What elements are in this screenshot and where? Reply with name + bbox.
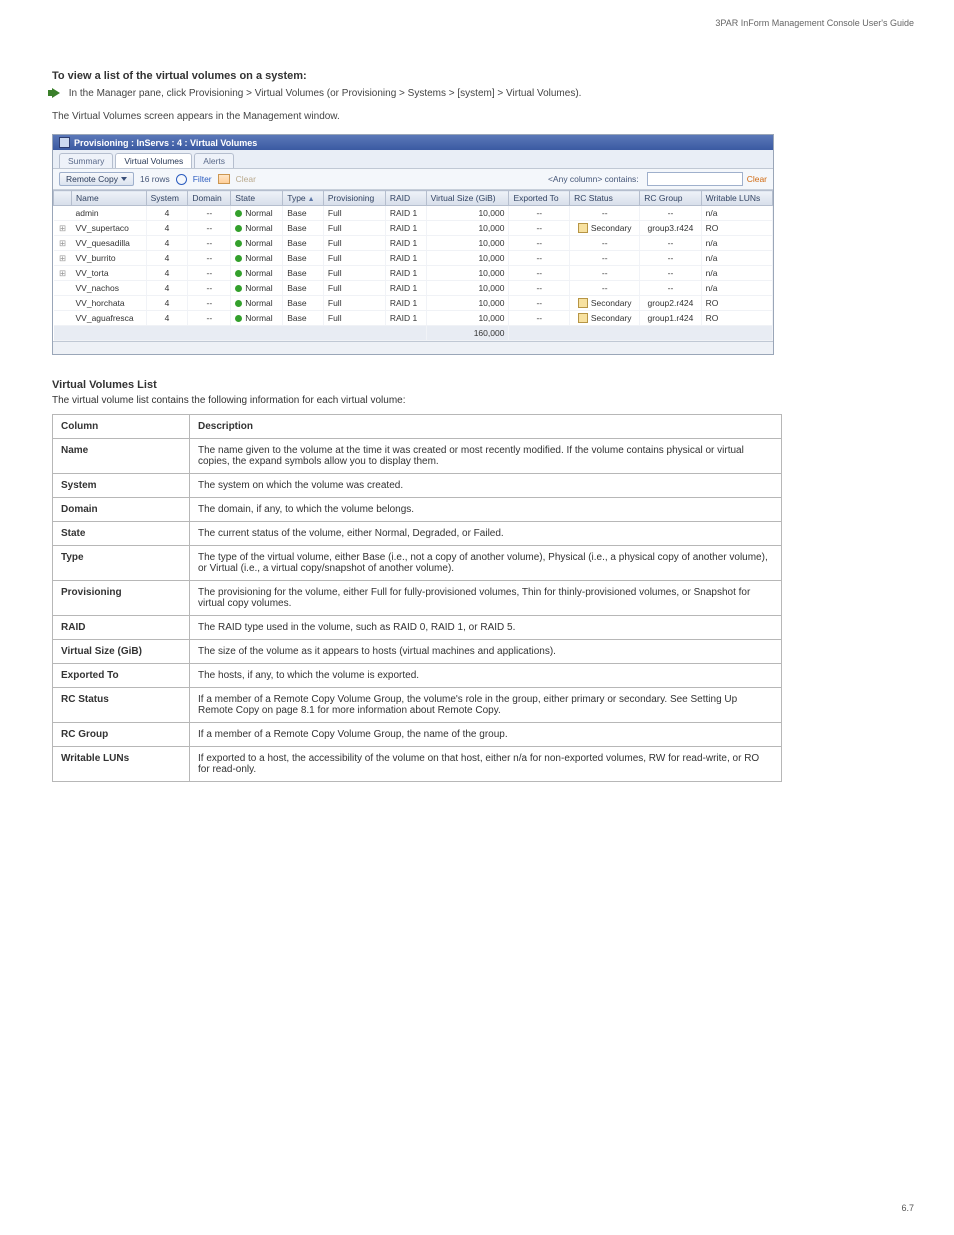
volumes-table: Name System Domain State Type Provisioni… xyxy=(53,190,773,341)
info-row: StateThe current status of the volume, e… xyxy=(53,522,782,546)
state-dot-icon xyxy=(235,255,242,262)
info-row: TypeThe type of the virtual volume, eith… xyxy=(53,546,782,581)
step-bullet: In the Manager pane, click Provisioning … xyxy=(52,88,914,99)
clear-search-link[interactable]: Clear xyxy=(747,174,767,184)
table-row[interactable]: admin4--NormalBaseFullRAID 110,000------… xyxy=(54,206,773,221)
col-writable[interactable]: Writable LUNs xyxy=(701,191,772,206)
col-expand[interactable] xyxy=(54,191,72,206)
rc-status-icon xyxy=(578,298,588,308)
step-result: The Virtual Volumes screen appears in th… xyxy=(52,111,914,122)
info-row: NameThe name given to the volume at the … xyxy=(53,439,782,474)
state-dot-icon xyxy=(235,300,242,307)
footer-bar xyxy=(53,341,773,354)
table-row[interactable]: ⊞VV_burrito4--NormalBaseFullRAID 110,000… xyxy=(54,251,773,266)
info-row: Exported ToThe hosts, if any, to which t… xyxy=(53,664,782,688)
info-row: RAIDThe RAID type used in the volume, su… xyxy=(53,616,782,640)
table-row[interactable]: ⊞VV_torta4--NormalBaseFullRAID 110,000--… xyxy=(54,266,773,281)
table-row[interactable]: VV_nachos4--NormalBaseFullRAID 110,000--… xyxy=(54,281,773,296)
state-dot-icon xyxy=(235,225,242,232)
table-row[interactable]: ⊞VV_supertaco4--NormalBaseFullRAID 110,0… xyxy=(54,221,773,236)
tab-virtual-volumes[interactable]: Virtual Volumes xyxy=(115,153,192,168)
rc-status-icon xyxy=(578,223,588,233)
app-window: Provisioning : InServs : 4 : Virtual Vol… xyxy=(52,134,774,355)
tab-summary[interactable]: Summary xyxy=(59,153,113,168)
clear-label: Clear xyxy=(236,174,256,184)
filter-icon xyxy=(176,174,187,185)
col-system[interactable]: System xyxy=(146,191,188,206)
page-number: 6.7 xyxy=(901,1203,914,1213)
totals-row: 160,000 xyxy=(54,326,773,341)
col-type[interactable]: Type xyxy=(283,191,324,206)
tabs-row: Summary Virtual Volumes Alerts xyxy=(53,150,773,169)
window-icon xyxy=(59,137,70,148)
tab-alerts[interactable]: Alerts xyxy=(194,153,234,168)
filter-link[interactable]: Filter xyxy=(193,174,212,184)
search-lead: <Any column> contains: xyxy=(548,174,639,184)
table-row[interactable]: VV_aguafresca4--NormalBaseFullRAID 110,0… xyxy=(54,311,773,326)
info-heading: Virtual Volumes List xyxy=(52,379,914,391)
table-row[interactable]: ⊞VV_quesadilla4--NormalBaseFullRAID 110,… xyxy=(54,236,773,251)
info-row: ProvisioningThe provisioning for the vol… xyxy=(53,581,782,616)
info-sub: The virtual volume list contains the fol… xyxy=(52,395,914,406)
rc-status-icon xyxy=(578,313,588,323)
window-title: Provisioning : InServs : 4 : Virtual Vol… xyxy=(74,138,257,148)
info-row: DomainThe domain, if any, to which the v… xyxy=(53,498,782,522)
col-raid[interactable]: RAID xyxy=(385,191,426,206)
brand-note: 3PAR InForm Management Console User's Gu… xyxy=(715,18,914,28)
col-prov[interactable]: Provisioning xyxy=(323,191,385,206)
col-rcgroup[interactable]: RC Group xyxy=(640,191,701,206)
col-name[interactable]: Name xyxy=(72,191,147,206)
info-table: Column Description NameThe name given to… xyxy=(52,414,782,782)
info-row: Virtual Size (GiB)The size of the volume… xyxy=(53,640,782,664)
info-row: Writable LUNsIf exported to a host, the … xyxy=(53,747,782,782)
col-vsize[interactable]: Virtual Size (GiB) xyxy=(426,191,509,206)
caret-down-icon xyxy=(121,177,127,181)
state-dot-icon xyxy=(235,285,242,292)
total-vsize: 160,000 xyxy=(426,326,509,341)
remote-copy-dropdown[interactable]: Remote Copy xyxy=(59,172,134,186)
info-row: SystemThe system on which the volume was… xyxy=(53,474,782,498)
col-domain[interactable]: Domain xyxy=(188,191,231,206)
window-titlebar: Provisioning : InServs : 4 : Virtual Vol… xyxy=(53,135,773,150)
row-count-label: 16 rows xyxy=(140,174,170,184)
toolbar: Remote Copy 16 rows Filter Clear <Any co… xyxy=(53,169,773,190)
info-th-desc: Description xyxy=(190,415,782,439)
info-row: RC GroupIf a member of a Remote Copy Vol… xyxy=(53,723,782,747)
col-rcstatus[interactable]: RC Status xyxy=(570,191,640,206)
col-exported[interactable]: Exported To xyxy=(509,191,570,206)
state-dot-icon xyxy=(235,240,242,247)
info-th-column: Column xyxy=(53,415,190,439)
arrow-icon xyxy=(52,88,60,98)
clear-icon xyxy=(218,174,230,184)
info-row: RC StatusIf a member of a Remote Copy Vo… xyxy=(53,688,782,723)
col-state[interactable]: State xyxy=(231,191,283,206)
state-dot-icon xyxy=(235,270,242,277)
table-header-row: Name System Domain State Type Provisioni… xyxy=(54,191,773,206)
step-heading: To view a list of the virtual volumes on… xyxy=(52,70,914,82)
search-input[interactable] xyxy=(647,172,743,186)
state-dot-icon xyxy=(235,315,242,322)
state-dot-icon xyxy=(235,210,242,217)
table-row[interactable]: VV_horchata4--NormalBaseFullRAID 110,000… xyxy=(54,296,773,311)
